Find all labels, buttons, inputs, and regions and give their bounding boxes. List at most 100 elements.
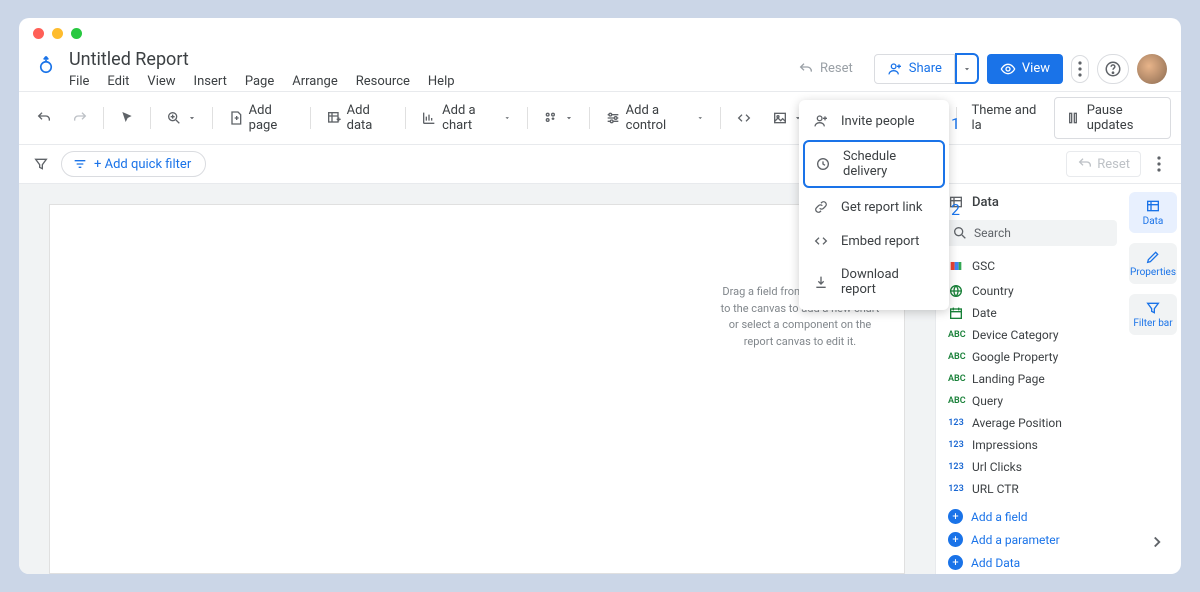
field-row[interactable]: Country [936,280,1125,302]
share-invite-people[interactable]: Invite people 1 [799,104,949,138]
add-data-button[interactable]: +Add Data [936,551,1125,574]
add-data-button[interactable]: Add data [319,99,398,137]
filter-lines-icon [72,156,88,172]
theme-button[interactable]: Theme and la [964,99,1047,137]
field-row[interactable]: ABCQuery [936,390,1125,412]
field-row[interactable]: 123Impressions [936,434,1125,456]
menu-edit[interactable]: Edit [107,74,129,89]
community-viz-button[interactable] [536,106,581,130]
pencil-icon [1145,249,1161,265]
code-icon [813,233,829,249]
menu-resource[interactable]: Resource [356,74,410,89]
funnel-icon[interactable] [33,156,49,172]
menu-view[interactable]: View [147,74,175,89]
data-search[interactable]: Search [944,220,1117,246]
data-tab-icon [1145,198,1161,214]
reset-button[interactable]: Reset [785,54,866,84]
share-schedule-delivery[interactable]: Schedule delivery [803,140,945,188]
pause-icon [1065,110,1081,126]
download-icon [813,274,829,290]
menu-file[interactable]: File [69,74,89,89]
share-button-group: Share [874,53,979,84]
undo-button[interactable] [29,106,59,130]
subbar: + Add quick filter Reset [19,145,1181,184]
plus-circle-icon: + [948,555,963,570]
database-icon [326,110,342,126]
header: Untitled Report File Edit View Insert Pa… [19,49,1181,91]
menu-insert[interactable]: Insert [194,74,227,89]
add-field-button[interactable]: +Add a field [936,505,1125,528]
help-button[interactable] [1097,54,1129,84]
cursor-icon [119,110,135,126]
embed-button[interactable] [729,106,759,130]
pause-updates-button[interactable]: Pause updates [1054,97,1171,139]
undo-icon [798,61,814,77]
select-tool[interactable] [112,106,142,130]
share-embed[interactable]: Embed report [799,224,949,258]
magnifier-icon [166,110,182,126]
more-icon[interactable] [1151,156,1167,172]
field-type-icon: ABC [948,349,964,365]
field-label: Url Clicks [972,460,1022,474]
add-quick-filter-button[interactable]: + Add quick filter [61,151,206,177]
menu-arrange[interactable]: Arrange [292,74,337,89]
field-row[interactable]: ABCLanding Page [936,368,1125,390]
user-avatar[interactable] [1137,54,1167,84]
add-chart-button[interactable]: Add a chart [414,99,519,137]
add-control-button[interactable]: Add a control [598,99,712,137]
field-label: Date [972,306,997,320]
side-tab-filter[interactable]: Filter bar [1129,294,1177,335]
redo-button[interactable] [65,106,95,130]
more-menu-button[interactable] [1071,55,1089,83]
share-download[interactable]: Download report [799,258,949,306]
report-title[interactable]: Untitled Report [69,49,785,71]
menu-page[interactable]: Page [245,74,274,89]
datasource-icon [948,258,964,274]
field-type-icon: 123 [948,437,964,453]
field-label: Google Property [972,350,1058,364]
close-window-dot[interactable] [33,28,44,39]
data-panel: Data Search GSC CountryDateABCDevice Cat… [935,184,1125,574]
report-page[interactable] [49,204,905,574]
field-row[interactable]: ABCDevice Category [936,324,1125,346]
share-get-link[interactable]: Get report link 2 [799,190,949,224]
maximize-window-dot[interactable] [71,28,82,39]
toolbar: Add page Add data Add a chart Add a cont… [19,91,1181,145]
app-window: Untitled Report File Edit View Insert Pa… [19,18,1181,574]
zoom-tool[interactable] [159,106,204,130]
side-tab-data[interactable]: Data [1129,192,1177,233]
page-plus-icon [228,110,244,126]
add-parameter-button[interactable]: +Add a parameter [936,528,1125,551]
link-icon [813,199,829,215]
person-add-icon [887,61,903,77]
report-canvas-area [19,184,935,574]
minimize-window-dot[interactable] [52,28,63,39]
callout-1: 1 [951,114,960,133]
body: Drag a field from the Data Panel to the … [19,184,1181,574]
side-tab-properties[interactable]: Properties [1129,243,1177,284]
callout-2: 2 [951,200,960,219]
plus-circle-icon: + [948,509,963,524]
funnel-icon [1145,300,1161,316]
header-actions: Reset Share View [785,49,1167,84]
field-row[interactable]: 123Average Position [936,412,1125,434]
field-type-icon: ABC [948,393,964,409]
field-row[interactable]: ABC Google Property [936,346,1125,368]
field-row[interactable]: 123Url Clicks [936,456,1125,478]
view-button[interactable]: View [987,54,1063,84]
share-button[interactable]: Share [874,54,955,84]
expand-panel-toggle[interactable] [1147,532,1167,552]
app-logo [33,51,59,77]
add-page-button[interactable]: Add page [221,99,302,137]
share-dropdown-toggle[interactable] [955,53,979,84]
field-label: Device Category [972,328,1059,342]
person-add-icon [813,113,829,129]
image-icon [772,110,788,126]
field-row[interactable]: 123URL CTR [936,478,1125,500]
field-row[interactable]: Date [936,302,1125,324]
sliders-icon [605,110,621,126]
redo-icon [72,110,88,126]
subbar-reset-button[interactable]: Reset [1066,151,1141,177]
data-source[interactable]: GSC [936,252,1125,280]
menu-help[interactable]: Help [428,74,455,89]
